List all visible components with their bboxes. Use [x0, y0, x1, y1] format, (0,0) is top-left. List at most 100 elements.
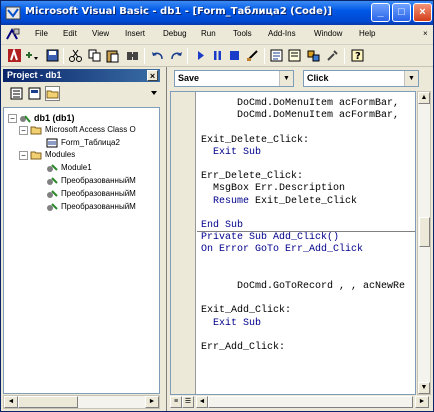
copy-icon[interactable] — [87, 48, 102, 63]
tree-item-form[interactable]: Form_Таблица2 — [46, 137, 120, 149]
folder-open-icon — [30, 150, 42, 160]
code-line[interactable]: Exit_Add_Click: — [201, 305, 291, 317]
menu-window[interactable]: Window — [314, 29, 342, 38]
menu-file[interactable]: File — [35, 29, 48, 38]
project-explorer-icon[interactable] — [269, 48, 284, 63]
tree-item-module[interactable]: ПреобразованныйМ — [46, 188, 136, 200]
minimize-button[interactable]: _ — [371, 3, 390, 22]
toolbar-overflow-icon[interactable] — [151, 91, 157, 95]
undo-icon[interactable] — [150, 48, 165, 63]
scroll-track[interactable] — [208, 396, 413, 408]
menu-edit[interactable]: Edit — [63, 29, 77, 38]
toolbar-separator — [344, 48, 345, 64]
cut-icon[interactable] — [68, 48, 83, 63]
toolbox-icon[interactable] — [325, 48, 340, 63]
code-line[interactable]: Private Sub Add_Click() — [201, 232, 339, 244]
scroll-left-arrow-icon[interactable]: ◄ — [196, 396, 208, 408]
module-icon — [46, 189, 58, 199]
tree-expander[interactable]: − — [19, 151, 28, 160]
margin-indicator-bar[interactable] — [171, 92, 196, 394]
menu-run[interactable]: Run — [201, 29, 216, 38]
menu-help[interactable]: Help — [359, 29, 375, 38]
toolbar-separator — [63, 48, 64, 64]
code-line[interactable]: MsgBox Err.Description — [213, 183, 345, 195]
object-combo[interactable]: Save ▼ — [174, 70, 294, 87]
tree-folder-modules[interactable]: Modules — [30, 149, 75, 161]
find-icon[interactable] — [125, 48, 140, 63]
tree-expander[interactable]: − — [19, 126, 28, 135]
menu-tools[interactable]: Tools — [233, 29, 252, 38]
svg-text:?: ? — [355, 51, 361, 62]
procedure-view-icon[interactable]: ≡ — [170, 396, 182, 408]
title-bar: Microsoft Visual Basic - db1 - [Form_Таб… — [1, 1, 433, 25]
project-explorer: Project - db1 × − db1 (db1) − Microsoft … — [1, 67, 162, 411]
code-line[interactable]: Err_Delete_Click: — [201, 171, 303, 183]
tree-item-module[interactable]: Module1 — [46, 162, 92, 174]
code-line[interactable]: DoCmd.GoToRecord , , acNewRe — [237, 281, 405, 293]
code-line[interactable]: End Sub — [201, 220, 243, 232]
full-module-view-icon[interactable]: ☰ — [182, 396, 194, 408]
window-title: Microsoft Visual Basic - db1 - [Form_Таб… — [25, 6, 333, 17]
code-line[interactable]: DoCmd.DoMenuItem acFormBar, — [237, 98, 399, 110]
code-window: Save ▼ Click ▼ DoCmd.DoMenuItem acFormBa… — [166, 67, 432, 411]
scroll-left-arrow-icon[interactable]: ◄ — [4, 396, 18, 408]
toggle-folders-icon[interactable] — [45, 86, 60, 101]
code-editor[interactable]: DoCmd.DoMenuItem acFormBar, DoCmd.DoMenuI… — [170, 91, 416, 395]
menu-bar: File Edit View Insert Debug Run Tools Ad… — [1, 25, 433, 45]
reset-icon[interactable] — [227, 48, 242, 63]
tree-root-db1[interactable]: db1 (db1) — [19, 112, 75, 124]
menu-insert[interactable]: Insert — [125, 29, 145, 38]
access-view-icon[interactable] — [7, 48, 22, 63]
view-object-icon[interactable] — [27, 86, 42, 101]
tree-item-module[interactable]: ПреобразованныйМ — [46, 175, 136, 187]
code-line[interactable]: DoCmd.DoMenuItem acFormBar, — [237, 110, 399, 122]
menu-debug[interactable]: Debug — [163, 29, 187, 38]
run-icon[interactable] — [193, 48, 208, 63]
project-horizontal-scrollbar[interactable]: ◄ ► — [3, 395, 160, 409]
properties-window-icon[interactable] — [287, 48, 302, 63]
project-close-button[interactable]: × — [147, 70, 158, 81]
code-line[interactable]: Err_Add_Click: — [201, 342, 285, 354]
save-icon[interactable] — [45, 48, 60, 63]
vba-project-icon — [19, 114, 31, 124]
menu-close-icon[interactable]: × — [423, 29, 428, 38]
insert-module-icon[interactable] — [24, 48, 39, 63]
code-horizontal-scrollbar[interactable]: ≡ ☰ ◄ ► — [170, 396, 431, 409]
code-line[interactable]: Exit Sub — [213, 147, 261, 159]
object-browser-icon[interactable] — [306, 48, 321, 63]
project-toolbar — [3, 83, 160, 105]
help-icon[interactable]: ? — [350, 48, 365, 63]
tree-expander[interactable]: − — [8, 114, 17, 123]
scroll-down-arrow-icon[interactable]: ▼ — [418, 382, 430, 394]
tree-item-module[interactable]: ПреобразованныйМ — [46, 201, 136, 213]
design-mode-icon[interactable] — [245, 48, 260, 63]
redo-icon[interactable] — [169, 48, 184, 63]
break-icon[interactable] — [210, 48, 225, 63]
module-icon — [46, 202, 58, 212]
code-vertical-scrollbar[interactable]: ▲ ▼ — [417, 91, 431, 395]
close-button[interactable]: × — [413, 3, 432, 22]
view-code-icon[interactable] — [9, 86, 24, 101]
code-line[interactable]: Exit Sub — [213, 318, 261, 330]
dropdown-arrow-icon[interactable]: ▼ — [279, 71, 293, 86]
code-line[interactable]: Exit_Delete_Click: — [201, 135, 309, 147]
code-line[interactable]: On Error GoTo Err_Add_Click — [201, 244, 363, 256]
code-line[interactable]: Resume Exit_Delete_Click — [213, 196, 357, 208]
scroll-right-arrow-icon[interactable]: ► — [415, 396, 429, 408]
folder-open-icon — [30, 125, 42, 135]
maximize-button[interactable]: □ — [392, 3, 411, 22]
procedure-combo[interactable]: Click ▼ — [303, 70, 419, 87]
module-icon — [46, 176, 58, 186]
scroll-right-arrow-icon[interactable]: ► — [145, 396, 159, 408]
project-tree[interactable]: − db1 (db1) − Microsoft Access Class O F… — [3, 107, 160, 394]
menu-doc-icon — [5, 27, 20, 42]
scroll-thumb[interactable] — [18, 396, 78, 408]
menu-addins[interactable]: Add-Ins — [268, 29, 296, 38]
paste-icon[interactable] — [105, 48, 120, 63]
dropdown-arrow-icon[interactable]: ▼ — [404, 71, 418, 86]
scroll-thumb[interactable] — [419, 217, 430, 247]
menu-view[interactable]: View — [92, 29, 109, 38]
tree-folder-access-objects[interactable]: Microsoft Access Class O — [30, 124, 136, 136]
scroll-up-arrow-icon[interactable]: ▲ — [418, 92, 430, 104]
module-icon — [46, 163, 58, 173]
